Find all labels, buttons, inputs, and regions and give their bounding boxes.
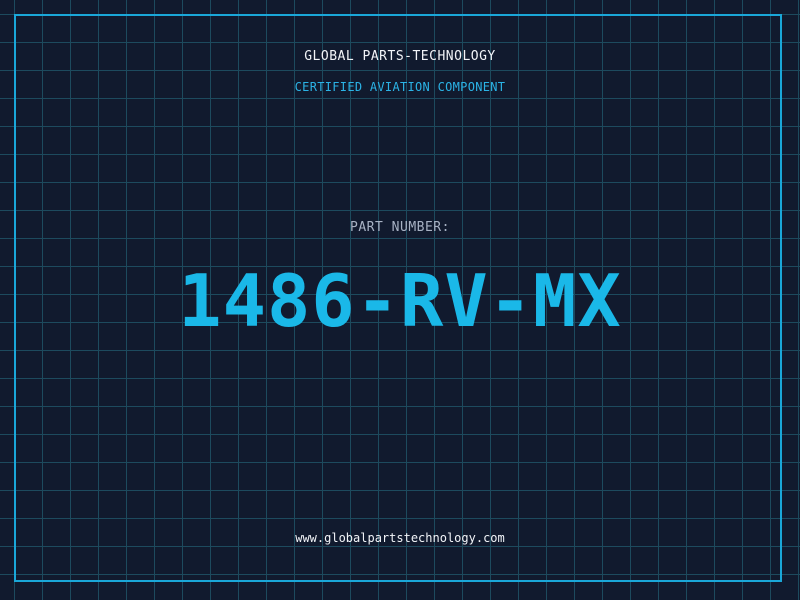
company-name: GLOBAL PARTS-TECHNOLOGY bbox=[304, 49, 496, 64]
part-number-value: 1486-RV-MX bbox=[178, 259, 622, 343]
website-url: www.globalpartstechnology.com bbox=[295, 531, 505, 545]
part-label-card: GLOBAL PARTS-TECHNOLOGY CERTIFIED AVIATI… bbox=[0, 0, 800, 600]
certification-subtitle: CERTIFIED AVIATION COMPONENT bbox=[294, 80, 506, 94]
part-number-label: PART NUMBER: bbox=[350, 220, 450, 235]
